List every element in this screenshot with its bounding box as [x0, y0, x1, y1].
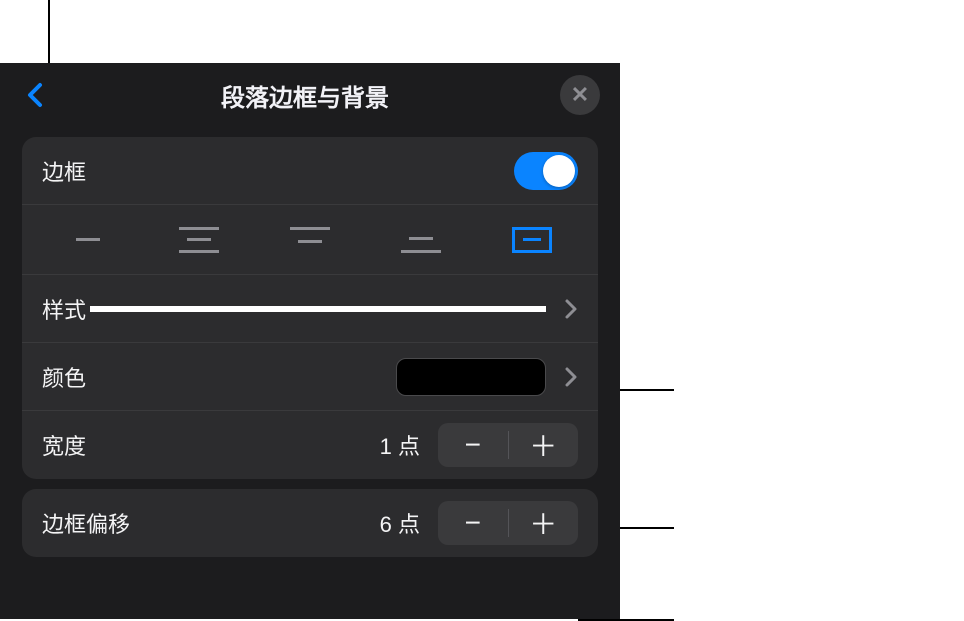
border-position-row [22, 205, 598, 275]
border-pos-top[interactable] [286, 222, 334, 258]
border-toggle-label: 边框 [42, 155, 514, 187]
border-group: 边框 样式 [22, 137, 598, 479]
border-pos-top-bottom[interactable] [175, 222, 223, 258]
offset-label: 边框偏移 [42, 507, 380, 539]
chevron-left-icon [26, 82, 44, 108]
border-toggle-row: 边框 [22, 137, 598, 205]
color-row[interactable]: 颜色 [22, 343, 598, 411]
width-decrement[interactable]: − [438, 423, 508, 467]
paragraph-border-panel: 段落边框与背景 ✕ 边框 [0, 63, 620, 619]
panel-title: 段落边框与背景 [50, 78, 560, 113]
width-row: 宽度 1 点 − ＋ [22, 411, 598, 479]
close-icon: ✕ [571, 84, 589, 106]
chevron-right-icon [564, 298, 578, 320]
border-pos-bottom[interactable] [397, 222, 445, 258]
style-label: 样式 [42, 293, 86, 325]
width-stepper: − ＋ [438, 423, 578, 467]
offset-group: 边框偏移 6 点 − ＋ [22, 489, 598, 557]
back-button[interactable] [20, 80, 50, 110]
offset-value: 6 点 [380, 507, 420, 539]
width-value: 1 点 [380, 429, 420, 461]
color-swatch[interactable] [396, 358, 546, 396]
toggle-knob [543, 155, 575, 187]
panel-header: 段落边框与背景 ✕ [0, 63, 620, 127]
width-label: 宽度 [42, 429, 380, 461]
style-row[interactable]: 样式 [22, 275, 598, 343]
offset-stepper: − ＋ [438, 501, 578, 545]
color-disclosure [564, 366, 578, 388]
chevron-right-icon [564, 366, 578, 388]
close-button[interactable]: ✕ [560, 75, 600, 115]
border-toggle[interactable] [514, 152, 578, 190]
offset-increment[interactable]: ＋ [509, 501, 579, 545]
offset-decrement[interactable]: − [438, 501, 508, 545]
offset-row: 边框偏移 6 点 − ＋ [22, 489, 598, 557]
style-preview-line [90, 306, 546, 312]
border-pos-none[interactable] [64, 222, 112, 258]
width-increment[interactable]: ＋ [509, 423, 579, 467]
border-pos-all[interactable] [508, 222, 556, 258]
color-label: 颜色 [42, 361, 396, 393]
style-disclosure [564, 298, 578, 320]
